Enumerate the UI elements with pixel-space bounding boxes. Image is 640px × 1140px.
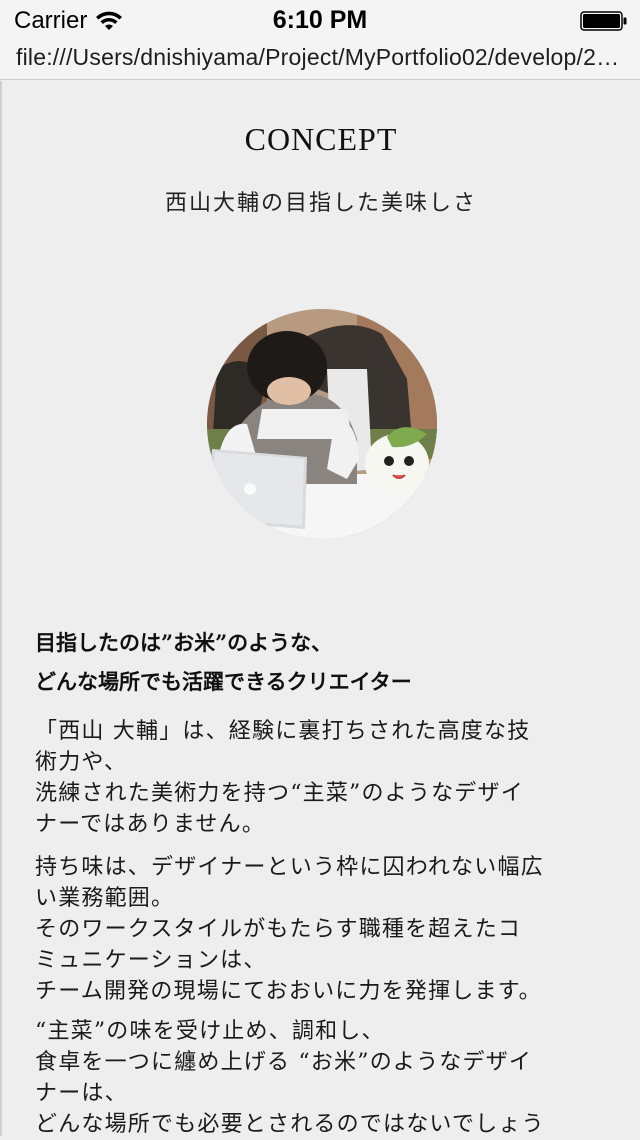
address-bar[interactable]: file:///Users/dnishiyama/Project/MyPortf… (0, 40, 640, 80)
paragraph-line: 術力や、 (35, 750, 128, 775)
paragraph-line: どんな場所でも必要とされるのではないでしょう (35, 1112, 545, 1137)
status-time: 6:10 PM (272, 6, 368, 34)
paragraph-line: ナーは、 (35, 1081, 128, 1106)
url-text[interactable]: file:///Users/dnishiyama/Project/MyPortf… (16, 44, 636, 71)
body-paragraph: “主菜”の味を受け止め、調和し、 食卓を一つに纏め上げる “お米”のようなデザイ… (35, 1016, 615, 1140)
lead-line: 目指したのは”お米”のような、 (35, 630, 333, 655)
section-subtitle: 西山大輔の目指した美味しさ (164, 191, 477, 216)
lead-line: どんな場所でも活躍できるクリエイター (35, 669, 412, 694)
lead-heading: 目指したのは”お米”のような、 どんな場所でも活躍できるクリエイター (35, 623, 615, 701)
paragraph-line: 「西山 大輔」は、経験に裏打ちされた高度な技 (35, 719, 531, 744)
paragraph-line: そのワークスタイルがもたらす職種を超えたコ (35, 917, 522, 942)
web-content: CONCEPT 西山大輔の目指した美味しさ 目指したのは”お米”のような、 どん… (0, 81, 640, 1137)
status-bar: Carrier 6:10 PM (0, 0, 640, 40)
paragraph-line: チーム開発の現場にておおいに力を発揮します。 (35, 979, 542, 1004)
battery-icon (580, 11, 627, 31)
body-paragraph: 「西山 大輔」は、経験に裏打ちされた高度な技 術力や、 洗練された美術力を持つ“… (35, 716, 615, 840)
profile-photo (207, 309, 437, 539)
body-paragraph: 持ち味は、デザイナーという枠に囚われない幅広 い業務範囲。 そのワークスタイルが… (35, 852, 615, 1007)
paragraph-line: 食卓を一つに纏め上げる “お米”のようなデザイ (35, 1050, 533, 1075)
paragraph-line: い業務範囲。 (35, 886, 175, 911)
paragraph-line: ミュニケーションは、 (35, 948, 267, 973)
paragraph-line: 持ち味は、デザイナーという枠に囚われない幅広 (35, 855, 544, 880)
section-title: CONCEPT (244, 121, 398, 157)
paragraph-line: “主菜”の味を受け止め、調和し、 (35, 1019, 385, 1044)
paragraph-line: ナーではありません。 (35, 812, 266, 837)
paragraph-line: 洗練された美術力を持つ“主菜”のようなデザイ (35, 781, 524, 806)
